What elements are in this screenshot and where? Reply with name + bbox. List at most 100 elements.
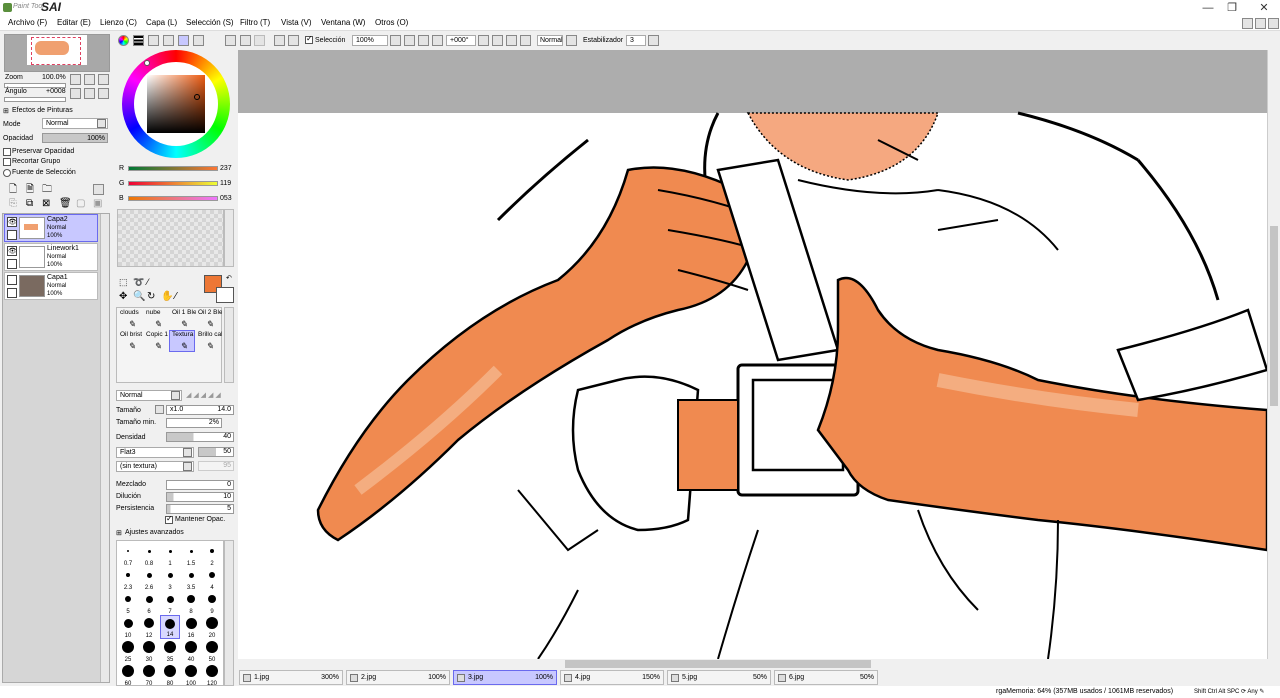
stabilizer-input[interactable]: 3 — [626, 35, 646, 46]
brush-size-cell[interactable]: 0.8 — [139, 543, 159, 567]
blend-mode-select[interactable]: Normal — [116, 390, 182, 401]
texture-select[interactable]: (sin textura) — [116, 461, 194, 472]
clear-layer-icon[interactable]: ⊠ — [42, 198, 50, 209]
menu-lienzo[interactable]: Lienzo (C) — [100, 18, 137, 27]
rotate-reset-button[interactable] — [98, 88, 109, 99]
eyedropper-icon[interactable]: ⁄ — [175, 291, 177, 302]
new-layer-icon[interactable]: 🗋 — [9, 182, 17, 199]
brush-size-cell[interactable]: 100 — [181, 663, 201, 685]
brush-size-cell[interactable]: 3 — [160, 567, 180, 591]
rotate-cw-button[interactable] — [506, 35, 517, 46]
zoom-fit-button[interactable] — [432, 35, 443, 46]
secondary-color-swatch[interactable] — [216, 287, 234, 303]
brush-size-cell[interactable]: 10 — [118, 615, 138, 639]
lock-box[interactable] — [7, 259, 17, 269]
color-wheel[interactable] — [122, 50, 230, 158]
zoom-input[interactable]: 100% — [352, 35, 388, 46]
tab-3-jpg[interactable]: 3.jpg 100% — [453, 670, 557, 685]
zoom-out-button[interactable] — [70, 74, 81, 85]
brush-copic-1[interactable]: Copic 1 ✎ — [143, 330, 169, 352]
move-icon[interactable]: ✥ — [119, 291, 127, 302]
horizontal-scroll-thumb[interactable] — [565, 660, 871, 668]
rotate-tool-icon[interactable]: ↻ — [147, 291, 155, 302]
zoom-plus-button[interactable] — [418, 35, 429, 46]
brush-size-cell[interactable]: 2.6 — [139, 567, 159, 591]
brush-size-cell[interactable]: 80 — [160, 663, 180, 685]
panel-toggle-2[interactable] — [1255, 18, 1266, 29]
delete-layer-icon[interactable]: 🗑 — [59, 198, 72, 209]
brush-size-cell[interactable]: 16 — [181, 615, 201, 639]
close-button[interactable]: ✕ — [1252, 0, 1276, 16]
brush-size-cell[interactable]: 5 — [118, 591, 138, 615]
undo-button[interactable] — [240, 35, 251, 46]
invert-selection-button[interactable] — [288, 35, 299, 46]
magic-wand-icon[interactable]: ⁄ — [147, 277, 149, 287]
keep-opacity-checkbox[interactable] — [165, 514, 173, 524]
brush-size-cell[interactable]: 2 — [202, 543, 222, 567]
zoom-minus-button[interactable] — [404, 35, 415, 46]
tab-2-jpg[interactable]: 2.jpg 100% — [346, 670, 450, 685]
zoom-reset-button[interactable] — [98, 74, 109, 85]
min-size-slider[interactable]: 2% — [166, 418, 222, 428]
panel-toggle-3[interactable] — [1268, 18, 1279, 29]
brush-textura[interactable]: Textura ✎ — [169, 330, 195, 352]
angle-slider[interactable] — [4, 97, 66, 102]
texture-strength-slider[interactable]: 95 — [198, 461, 234, 471]
restore-button[interactable]: ❐ — [1220, 0, 1244, 16]
hand-tool-icon[interactable]: ✋ — [161, 291, 173, 302]
b-slider[interactable] — [128, 196, 218, 201]
drawing-canvas[interactable] — [238, 50, 1267, 659]
swatches-tab[interactable] — [178, 35, 189, 46]
brush-size-cell[interactable]: 70 — [139, 663, 159, 685]
rgb-slider-tab[interactable] — [133, 35, 144, 46]
brush-size-cell[interactable]: 35 — [160, 639, 180, 663]
saturation-value-square[interactable] — [147, 75, 205, 133]
zoom-dropdown-button[interactable] — [390, 35, 401, 46]
brush-shape-select[interactable]: Flat3 — [116, 447, 194, 458]
menu-vista[interactable]: Vista (V) — [281, 18, 312, 27]
visibility-box[interactable] — [7, 275, 17, 285]
swatch-grid[interactable] — [117, 209, 224, 267]
brush-oil-brist[interactable]: Oil brist ✎ — [117, 330, 143, 352]
lock-box[interactable] — [7, 288, 17, 298]
stabilizer-dropdown-button[interactable] — [648, 35, 659, 46]
tab-5-jpg[interactable]: 5.jpg 50% — [667, 670, 771, 685]
layer-item-linework1[interactable]: 👁 Linework1 Normal 100% — [4, 243, 98, 271]
zoom-tool-icon[interactable]: 🔍 — [133, 291, 145, 302]
tab-6-jpg[interactable]: 6.jpg 50% — [774, 670, 878, 685]
preserve-opacity-checkbox[interactable] — [3, 148, 11, 156]
transfer-down-icon[interactable]: ⎘ — [9, 198, 17, 209]
brush-size-cell[interactable]: 20 — [202, 615, 222, 639]
lasso-icon[interactable]: ➰ — [133, 277, 144, 288]
brush-oil-2[interactable]: Oil 2 Ble ✎ — [195, 308, 222, 330]
rotate-left-button[interactable] — [70, 88, 81, 99]
menu-archivo[interactable]: Archivo (F) — [8, 18, 47, 27]
hue-cursor[interactable] — [144, 60, 150, 66]
new-folder-icon[interactable]: 🗀 — [42, 182, 52, 199]
layer-scrollbar[interactable] — [100, 214, 109, 682]
blend-slider[interactable]: 0 — [166, 480, 234, 490]
menu-otros[interactable]: Otros (O) — [375, 18, 408, 27]
menu-ventana[interactable]: Ventana (W) — [321, 18, 365, 27]
menu-capa[interactable]: Capa (L) — [146, 18, 177, 27]
brush-size-cell[interactable]: 1 — [160, 543, 180, 567]
brush-size-cell[interactable]: 120 — [202, 663, 222, 685]
brush-clouds[interactable]: clouds ✎ — [117, 308, 143, 330]
brush-size-cell[interactable]: 4 — [202, 567, 222, 591]
visibility-eye-icon[interactable]: 👁 — [7, 246, 17, 256]
swap-colors-icon[interactable]: ↶ — [226, 274, 232, 282]
layer-panel-button[interactable] — [93, 184, 104, 195]
menu-filtro[interactable]: Filtro (T) — [240, 18, 270, 27]
brush-size-cell[interactable]: 7 — [160, 591, 180, 615]
rotate-ccw-button[interactable] — [492, 35, 503, 46]
tab-4-jpg[interactable]: 4.jpg 150% — [560, 670, 664, 685]
minimize-button[interactable]: — — [1196, 0, 1220, 16]
navigator-preview[interactable] — [4, 34, 110, 72]
rotate-right-button[interactable] — [84, 88, 95, 99]
brush-size-cell[interactable]: 40 — [181, 639, 201, 663]
size-lock-button[interactable] — [155, 405, 164, 414]
color-mixer-tab[interactable] — [163, 35, 174, 46]
brush-size-cell[interactable]: 3.5 — [181, 567, 201, 591]
apply-mask-icon[interactable]: ▣ — [93, 198, 102, 209]
scratchpad-tab[interactable] — [193, 35, 204, 46]
